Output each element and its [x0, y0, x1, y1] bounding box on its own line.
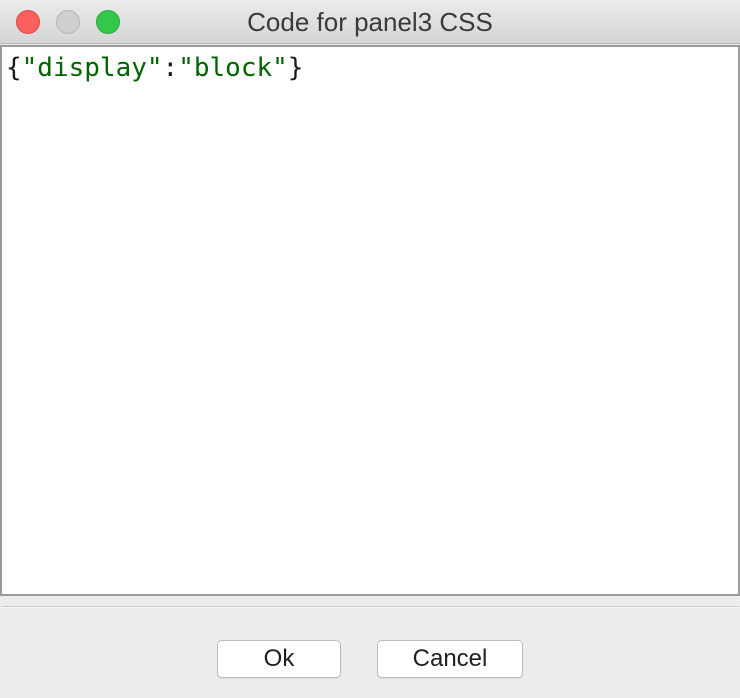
title-bar[interactable]: Code for panel3 CSS	[0, 0, 740, 44]
code-token: {	[6, 53, 22, 83]
code-editor[interactable]: {"display":"block"}	[0, 45, 740, 596]
code-token: :	[162, 53, 179, 83]
ok-button[interactable]: Ok	[217, 640, 341, 678]
code-token: "display"	[21, 53, 163, 83]
code-token: "block"	[178, 53, 288, 83]
code-token: }	[287, 53, 304, 83]
code-dialog-window: Code for panel3 CSS {"display":"block"} …	[0, 0, 740, 698]
divider	[2, 606, 738, 608]
window-title: Code for panel3 CSS	[247, 7, 493, 37]
cancel-button[interactable]: Cancel	[377, 640, 523, 678]
